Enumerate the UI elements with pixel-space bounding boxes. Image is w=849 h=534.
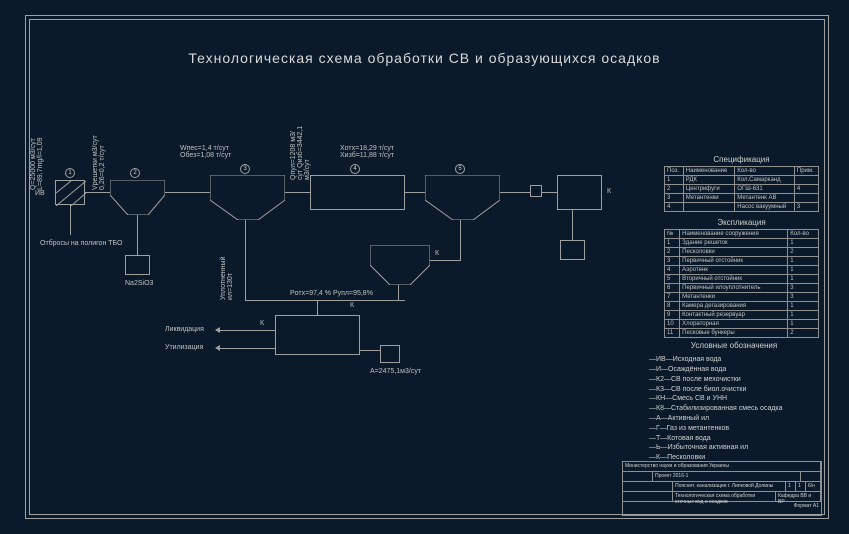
legend-item: —Т—Котовая вода bbox=[649, 434, 819, 444]
flow-arrow bbox=[285, 192, 310, 193]
spec-table: Поз. Наименование Кол-во Прим. 1РДККол.С… bbox=[664, 166, 819, 212]
tb-proj: Проект 2016-1 bbox=[653, 472, 801, 481]
flow-arrow bbox=[500, 192, 530, 193]
flow-q6: Pотх=97,4 % Pупл=95,8% bbox=[290, 290, 373, 297]
legend-item: —К3—СВ после биол.очистки bbox=[649, 385, 819, 395]
flow-arrow bbox=[460, 220, 461, 260]
flow-arrow bbox=[165, 192, 210, 193]
legend-item: —И—Осаждённая вода bbox=[649, 365, 819, 375]
node-num-3: 3 bbox=[240, 164, 250, 174]
flow-arrow bbox=[460, 260, 461, 261]
legend-item: —А—Активный ил bbox=[649, 414, 819, 424]
label-nasio3: Na2SiO3 bbox=[125, 280, 153, 287]
table-row: № Наименование сооружения Кол-во bbox=[665, 230, 819, 239]
block-1-grating bbox=[55, 180, 85, 205]
legend-item: —КН—Смесь СВ и УНН bbox=[649, 394, 819, 404]
tb-sheet: Формат А1 bbox=[623, 502, 821, 512]
table-row: Поз. Наименование Кол-во Прим. bbox=[665, 167, 819, 176]
flow-q7: A=2475,1м3/сут bbox=[370, 368, 421, 375]
node-num-2: 2 bbox=[130, 168, 140, 178]
table-row: 4Насос вакуумный3 bbox=[665, 203, 819, 212]
arrowhead-icon bbox=[215, 345, 220, 351]
block-3-primary-settler bbox=[210, 175, 285, 220]
legend-item: —ИВ—Исходная вода bbox=[649, 355, 819, 365]
flow-q4: Qпул=1208 м3/сут Qизб=3442,1 м3/сут bbox=[290, 125, 311, 180]
table-row: 5Вторичный отстойник1 bbox=[665, 275, 819, 284]
flow-arrow bbox=[85, 192, 110, 193]
flow-q3: Wпес=1,4 т/сут Обез=1,08 т/сут bbox=[180, 145, 250, 159]
arrowhead-icon bbox=[215, 327, 220, 333]
expl-table: № Наименование сооружения Кол-во 1Здание… bbox=[664, 229, 819, 338]
page-title: Технологическая схема обработки СВ и обр… bbox=[0, 50, 849, 66]
block-sand-bunker bbox=[125, 255, 150, 275]
k-label: К bbox=[350, 302, 354, 309]
specification-block: Спецификация Поз. Наименование Кол-во Пр… bbox=[664, 155, 819, 338]
flow-arrow bbox=[430, 260, 460, 261]
flow-arrow bbox=[245, 220, 246, 300]
table-row: 7Метантенки3 bbox=[665, 293, 819, 302]
flow-arrow bbox=[70, 205, 71, 235]
flow-arrow bbox=[220, 330, 275, 331]
flow-arrow bbox=[137, 215, 138, 255]
table-row: 8Камера дегазирования1 bbox=[665, 302, 819, 311]
table-row: 3МетантенкиМетантенк АВ bbox=[665, 194, 819, 203]
tb-org: Министерство науки и образования Украины bbox=[623, 462, 821, 471]
table-row: 2ЦентрифугиОГШ-6314 bbox=[665, 185, 819, 194]
expl-title: Экспликация bbox=[664, 218, 819, 227]
legend-item: —К2—СВ после мехочистки bbox=[649, 375, 819, 385]
block-7-metantank bbox=[275, 315, 360, 355]
process-diagram: ИВ 1 2 3 4 5 К Отбросы на полигон ТБО bbox=[40, 150, 610, 430]
legend-title: Условные обозначения bbox=[649, 340, 819, 351]
k-label: К bbox=[260, 320, 264, 327]
node-num-1: 1 bbox=[65, 168, 75, 178]
table-row: 6Первичный илоуплотнитель3 bbox=[665, 284, 819, 293]
flow-q1: Q=25000 м3/сут L=89,7mg/l=1,09 bbox=[30, 130, 44, 190]
title-block: Министерство науки и образования Украины… bbox=[622, 461, 822, 516]
tb-dept: Кафедра ВВ и ВР bbox=[776, 492, 821, 501]
flow-arrow bbox=[542, 192, 557, 193]
tb-name2: Технологическая схема обработки сточных … bbox=[673, 492, 776, 501]
table-row: 2Песколовки2 bbox=[665, 248, 819, 257]
block-contact bbox=[530, 185, 542, 197]
table-row: 3Первичный отстойник1 bbox=[665, 257, 819, 266]
legend-item: —Ь—Избыточная активная ил bbox=[649, 443, 819, 453]
flow-arrow bbox=[220, 348, 275, 349]
flow-q5: Xотх=18,29 т/сут Xизб=11,88 т/сут bbox=[340, 145, 420, 159]
block-2-sandtrap bbox=[110, 180, 165, 215]
node-num-5: 5 bbox=[455, 164, 465, 174]
table-row: 9Контактный резервуар1 bbox=[665, 311, 819, 320]
flow-arrow bbox=[245, 300, 405, 301]
legend-item: —Г—Газ из метантенков bbox=[649, 424, 819, 434]
outlet-label: К bbox=[607, 188, 611, 195]
flow-q2: Vрешетки м3/сут 0,26=0,2 т/сут bbox=[92, 130, 106, 190]
label-utilization: Утилизация bbox=[165, 344, 203, 351]
label-liquidation: Ликвидация bbox=[165, 326, 204, 333]
spec-title: Спецификация bbox=[664, 155, 819, 164]
block-chlorinator bbox=[560, 240, 585, 260]
inlet-label: ИВ bbox=[35, 190, 45, 197]
flow-arrow bbox=[398, 285, 399, 300]
block-4-aerotank bbox=[310, 175, 405, 210]
label-upl: Уплотненный ил=130т bbox=[220, 230, 234, 300]
flow-arrow bbox=[572, 210, 573, 240]
tb-name1: Пояснит. канализация г. Липковой Долины bbox=[673, 482, 786, 491]
legend-block: Условные обозначения —ИВ—Исходная вода —… bbox=[649, 340, 819, 463]
block-degas bbox=[380, 345, 400, 363]
table-row: 1РДККол.Самарканд bbox=[665, 176, 819, 185]
table-row: 1Здание решеток1 bbox=[665, 239, 819, 248]
table-row: 11Песковые бункеры2 bbox=[665, 329, 819, 338]
block-final bbox=[557, 175, 602, 210]
k-label: К bbox=[435, 250, 439, 257]
table-row: 10Хлораторная1 bbox=[665, 320, 819, 329]
flow-arrow bbox=[360, 350, 380, 351]
flow-arrow bbox=[317, 300, 318, 315]
table-row: 4Аэротенк1 bbox=[665, 266, 819, 275]
legend-item: —К8—Стабилизированная смесь осадка bbox=[649, 404, 819, 414]
node-num-4: 4 bbox=[350, 164, 360, 174]
block-5-secondary-settler bbox=[425, 175, 500, 220]
block-6-thickener bbox=[370, 245, 430, 285]
hatch-icon bbox=[56, 181, 86, 206]
flow-arrow bbox=[405, 192, 425, 193]
label-waste: Отбросы на полигон ТБО bbox=[40, 240, 130, 247]
